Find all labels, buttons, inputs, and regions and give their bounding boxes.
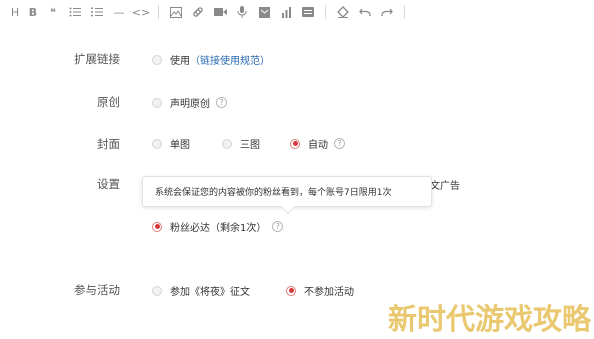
help-icon[interactable]: ? bbox=[272, 221, 284, 232]
radio-button-selected[interactable] bbox=[152, 221, 162, 232]
redo-icon[interactable] bbox=[376, 2, 398, 22]
quote-icon[interactable]: ❝ bbox=[42, 2, 64, 22]
partially-hidden-option-label: 文广告 bbox=[430, 181, 460, 192]
card-icon[interactable] bbox=[297, 2, 319, 22]
radio-button-selected[interactable] bbox=[290, 138, 300, 149]
activity-option-join[interactable]: 参加《将夜》征文 bbox=[152, 283, 250, 298]
radio-button[interactable] bbox=[152, 97, 162, 108]
eraser-icon[interactable] bbox=[332, 2, 354, 22]
radio-button[interactable] bbox=[152, 138, 162, 149]
fans-reach-option[interactable]: 粉丝必达（剩余1次） ? bbox=[152, 219, 284, 234]
link-icon[interactable] bbox=[187, 2, 209, 22]
video-icon[interactable] bbox=[209, 2, 231, 22]
link-rules-link[interactable]: （链接使用规范） bbox=[190, 52, 270, 67]
toolbar-divider bbox=[404, 5, 405, 19]
option-label: 自动 bbox=[308, 140, 328, 151]
activity-option-none[interactable]: 不参加活动 bbox=[286, 283, 354, 298]
chart-icon[interactable] bbox=[275, 2, 297, 22]
radio-button[interactable] bbox=[222, 138, 232, 149]
option-label: 粉丝必达（剩余1次） bbox=[170, 223, 267, 234]
option-label: 单图 bbox=[170, 140, 190, 151]
undo-icon[interactable] bbox=[354, 2, 376, 22]
bullet-list-icon[interactable] bbox=[64, 2, 86, 22]
tooltip-text: 系统会保证您的内容被你的粉丝看到，每个账号7日限用1次 bbox=[155, 188, 392, 198]
option-label: 三图 bbox=[240, 140, 260, 151]
option-label: 不参加活动 bbox=[304, 287, 354, 298]
editor-toolbar: H B ❝ — <> bbox=[0, 0, 594, 24]
declare-original-option[interactable]: 声明原创 ? bbox=[152, 95, 227, 110]
cover-label: 封面 bbox=[97, 137, 120, 151]
image-icon[interactable] bbox=[165, 2, 187, 22]
cover-option-single[interactable]: 单图 bbox=[152, 136, 190, 151]
fans-reach-tooltip: 系统会保证您的内容被你的粉丝看到，每个账号7日限用1次 bbox=[142, 176, 432, 207]
option-label: 参加《将夜》征文 bbox=[170, 287, 250, 298]
toolbar-divider bbox=[325, 5, 326, 19]
help-icon[interactable]: ? bbox=[216, 97, 227, 108]
help-icon[interactable]: ? bbox=[334, 138, 345, 149]
extended-link-option[interactable]: 使用 （链接使用规范） bbox=[152, 52, 270, 67]
cover-option-auto[interactable]: 自动 ? bbox=[290, 136, 345, 151]
original-label: 原创 bbox=[97, 95, 120, 109]
radio-button[interactable] bbox=[152, 54, 162, 65]
horizontal-rule-icon[interactable]: — bbox=[108, 2, 130, 22]
option-label: 使用 bbox=[170, 56, 190, 67]
bold-icon[interactable]: B bbox=[24, 2, 42, 22]
activity-label: 参与活动 bbox=[74, 283, 120, 297]
settings-label: 设置 bbox=[97, 177, 120, 191]
cover-option-three[interactable]: 三图 bbox=[222, 136, 260, 151]
file-icon[interactable] bbox=[253, 2, 275, 22]
heading-icon[interactable]: H bbox=[6, 2, 24, 22]
toolbar-divider bbox=[158, 5, 159, 19]
radio-button[interactable] bbox=[152, 285, 162, 296]
numbered-list-icon[interactable] bbox=[86, 2, 108, 22]
code-icon[interactable]: <> bbox=[130, 2, 152, 22]
extended-link-label: 扩展链接 bbox=[74, 52, 120, 66]
radio-button-selected[interactable] bbox=[286, 285, 296, 296]
site-watermark: 新时代游戏攻略 bbox=[388, 302, 592, 336]
audio-icon[interactable] bbox=[231, 2, 253, 22]
option-label: 声明原创 bbox=[170, 99, 210, 110]
